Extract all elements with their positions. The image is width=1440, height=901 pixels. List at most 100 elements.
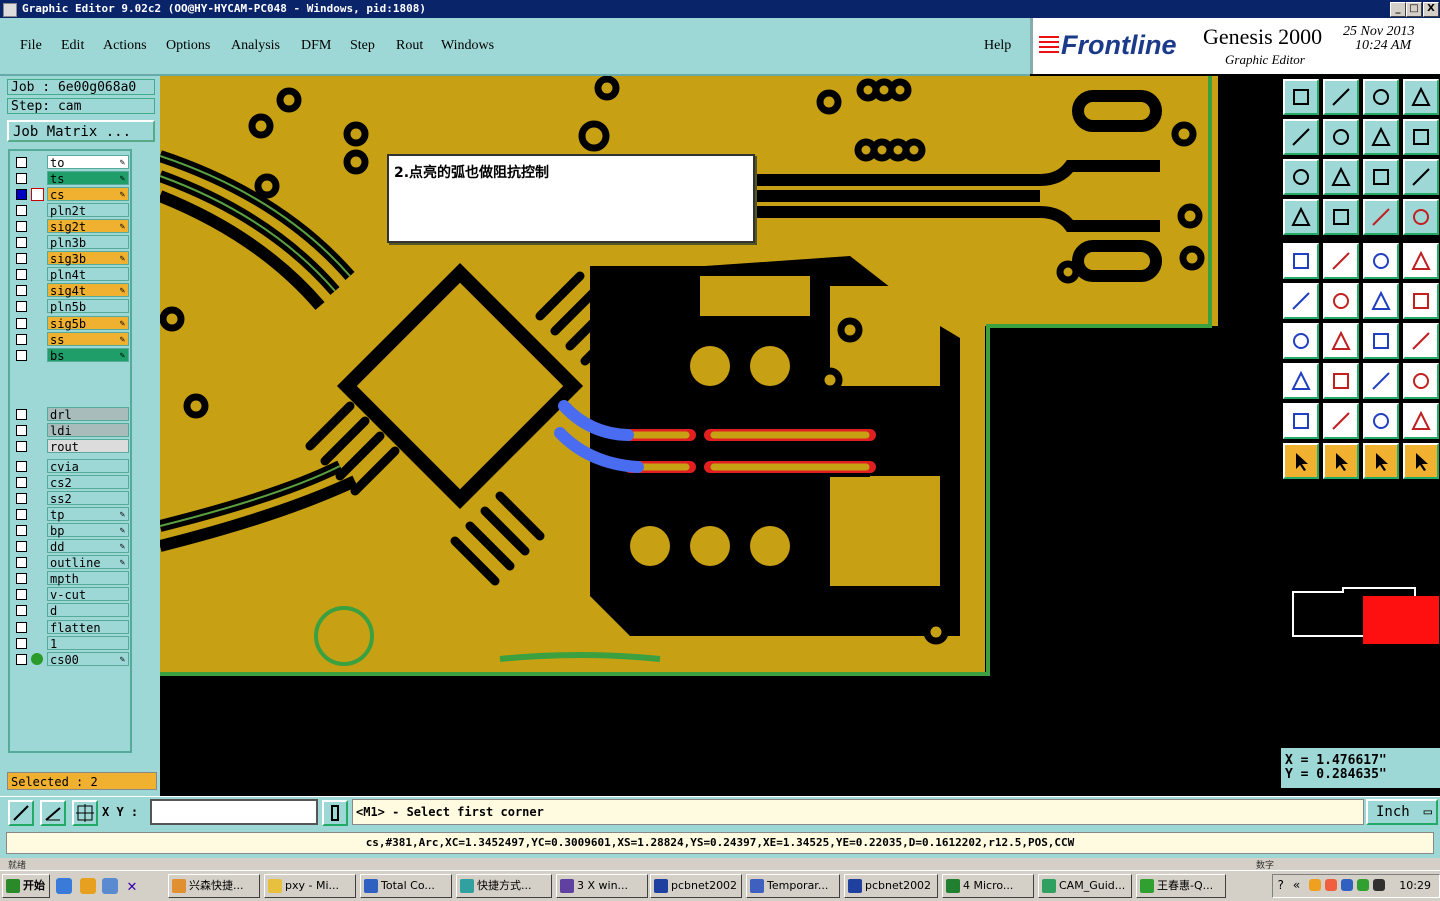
select-button[interactable] (1283, 443, 1319, 479)
taskbar-item[interactable]: pxy - Mi... (264, 874, 356, 898)
minimize-button[interactable]: _ (1390, 2, 1406, 17)
layer-row-bp[interactable]: bp ✎ (14, 523, 132, 538)
menu-analysis[interactable]: Analysis (231, 38, 280, 54)
menu-rout[interactable]: Rout (396, 38, 423, 54)
menu-step[interactable]: Step (350, 38, 375, 54)
ie-icon[interactable] (56, 878, 72, 894)
open-button[interactable] (1283, 79, 1319, 115)
layer-name[interactable]: bp ✎ (47, 523, 129, 538)
layer-row-sig2t[interactable]: sig2t ✎ (14, 219, 132, 234)
layer-checkbox[interactable] (16, 477, 27, 489)
center-button[interactable] (1323, 159, 1359, 195)
taskbar-item[interactable]: 3 X win... (556, 874, 648, 898)
x-server-icon[interactable]: ✕ (124, 878, 140, 894)
layer-checkbox[interactable] (16, 509, 27, 521)
node-button[interactable] (1283, 363, 1319, 399)
taskbar-item[interactable]: 快捷方式... (456, 874, 552, 898)
cross-button[interactable] (1323, 283, 1359, 319)
group-button[interactable] (1403, 363, 1439, 399)
zoom-prev-button[interactable] (1363, 119, 1399, 155)
layer-name[interactable]: ss ✎ (47, 331, 129, 347)
layer-checkbox[interactable] (16, 173, 27, 185)
layer-row-cs[interactable]: cs ✎ (14, 187, 132, 202)
layer-row-bs[interactable]: bs ✎ (14, 347, 132, 363)
line-button[interactable] (1323, 243, 1359, 279)
zoom-in-button[interactable] (1283, 119, 1319, 155)
tray-chevron-icon[interactable]: « (1293, 878, 1300, 892)
layer-checkbox[interactable] (16, 621, 27, 633)
home-button[interactable] (1363, 79, 1399, 115)
menu-help[interactable]: Help (984, 38, 1011, 54)
taskbar-item[interactable]: 兴森快捷... (168, 874, 260, 898)
layer-row-sig3b[interactable]: sig3b ✎ (14, 251, 132, 266)
layer-name[interactable]: flatten (47, 619, 129, 635)
layer-checkbox[interactable] (16, 573, 27, 585)
layer-name[interactable]: ldi (47, 423, 129, 438)
copy-button[interactable] (1403, 283, 1439, 319)
layer-name[interactable]: sig2t ✎ (47, 219, 129, 234)
layer-row-outline[interactable]: outline ✎ (14, 555, 132, 570)
layer-row-pln2t[interactable]: pln2t (14, 203, 132, 218)
layer-name[interactable]: cs2 (47, 475, 129, 490)
redraw-button[interactable] (1403, 119, 1439, 155)
layer-name[interactable]: tp ✎ (47, 507, 129, 522)
select-move-button[interactable] (1403, 443, 1439, 479)
layers-button[interactable] (1363, 199, 1399, 235)
taskbar-item[interactable]: 王春惠-Q... (1136, 874, 1226, 898)
taskbar-item[interactable]: pcbnet2002 (844, 874, 938, 898)
layer-checkbox[interactable] (16, 189, 27, 201)
tray-help-icon[interactable]: ? (1277, 878, 1284, 892)
move-button[interactable] (1363, 283, 1399, 319)
layer-checkbox[interactable] (16, 285, 27, 297)
taskbar-item[interactable]: Total Co... (360, 874, 452, 898)
layer-name[interactable]: dd ✎ (47, 539, 129, 554)
taskbar-item[interactable]: CAM_Guid... (1038, 874, 1132, 898)
layer-name[interactable]: rout (47, 439, 129, 454)
layer-name[interactable]: cvia (47, 459, 129, 474)
triangle-button[interactable] (1283, 403, 1319, 439)
layer-checkbox[interactable] (16, 349, 27, 361)
zoom-out-button[interactable] (1323, 119, 1359, 155)
layer-name[interactable]: cs00 ✎ (47, 651, 129, 667)
resize-button[interactable] (1363, 363, 1399, 399)
layer-row-ts[interactable]: ts ✎ (14, 171, 132, 186)
layer-row-v-cut[interactable]: v-cut (14, 587, 132, 602)
ruler-button[interactable] (1283, 199, 1319, 235)
layer-row-cvia[interactable]: cvia (14, 459, 132, 474)
layer-row-tp[interactable]: tp ✎ (14, 507, 132, 522)
explorer-icon[interactable] (102, 878, 118, 894)
layer-row-pln5b[interactable]: pln5b (14, 299, 132, 314)
layer-checkbox[interactable] (16, 221, 27, 233)
layer-checkbox[interactable] (16, 525, 27, 537)
line-draw-button[interactable] (1323, 323, 1359, 359)
menu-edit[interactable]: Edit (61, 38, 84, 54)
taskbar-item[interactable]: 4 Micro... (942, 874, 1034, 898)
tray-app-icon[interactable] (1325, 879, 1337, 891)
zoom-area-button[interactable] (8, 800, 34, 826)
layer-row-ss[interactable]: ss ✎ (14, 331, 132, 347)
layer-checkbox[interactable] (16, 425, 27, 437)
layer-name[interactable]: drl (47, 407, 129, 422)
tray-app-icon[interactable] (1309, 879, 1321, 891)
tray-app-icon[interactable] (1357, 879, 1369, 891)
layer-row-cs00[interactable]: cs00 ✎ (14, 651, 132, 667)
layer-row-ss2[interactable]: ss2 (14, 491, 132, 506)
layer-row-to[interactable]: to ✎ (14, 155, 132, 170)
menu-windows[interactable]: Windows (441, 38, 494, 54)
layer-checkbox[interactable] (16, 409, 27, 420)
layer-name[interactable]: cs ✎ (47, 187, 129, 202)
layer-name[interactable]: v-cut (47, 587, 129, 602)
layer-checkbox[interactable] (16, 157, 27, 168)
layer-name[interactable]: ss2 (47, 491, 129, 506)
layer-checkbox[interactable] (16, 441, 27, 453)
taskbar-item[interactable]: pcbnet2002 (650, 874, 742, 898)
layer-name[interactable]: pln5b (47, 299, 129, 314)
layer-row-1[interactable]: 1 (14, 635, 132, 651)
menu-options[interactable]: Options (166, 38, 210, 54)
select-add-button[interactable] (1363, 443, 1399, 479)
surface-button[interactable] (1403, 243, 1439, 279)
layer-row-dd[interactable]: dd ✎ (14, 539, 132, 554)
layer-checkbox[interactable] (16, 461, 27, 472)
tray-app-icon[interactable] (1341, 879, 1353, 891)
layer-name[interactable]: pln3b (47, 235, 129, 250)
